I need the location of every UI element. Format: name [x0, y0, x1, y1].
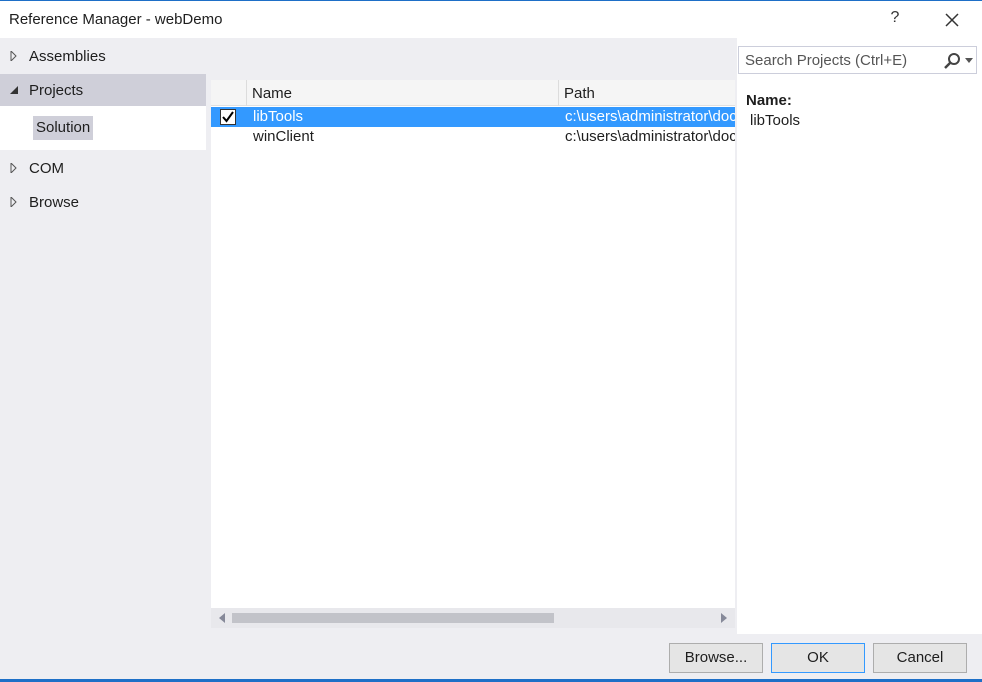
- sidebar-item-browse[interactable]: Browse: [0, 186, 206, 218]
- row-name: libTools: [253, 108, 304, 125]
- browse-button[interactable]: Browse...: [669, 643, 763, 673]
- details-value: libTools: [750, 112, 801, 129]
- help-button[interactable]: ?: [884, 9, 906, 31]
- table-row[interactable]: winClient c:\users\administrator\doc: [211, 127, 735, 147]
- checkmark-icon: [222, 111, 234, 123]
- sidebar-item-assemblies[interactable]: Assemblies: [0, 40, 206, 72]
- sidebar-item-com[interactable]: COM: [0, 152, 206, 184]
- window-title: Reference Manager - webDemo: [9, 11, 223, 28]
- ok-button[interactable]: OK: [771, 643, 865, 673]
- sidebar-item-label: COM: [29, 160, 64, 177]
- sidebar-item-label: Assemblies: [29, 48, 106, 65]
- projects-grid: Name Path libTools c:\users\administrato…: [211, 80, 735, 628]
- grid-header: Name Path: [211, 80, 735, 106]
- cancel-button[interactable]: Cancel: [873, 643, 967, 673]
- close-button[interactable]: [938, 7, 966, 33]
- search-box[interactable]: Search Projects (Ctrl+E): [738, 46, 977, 74]
- table-row[interactable]: libTools c:\users\administrator\doc: [211, 107, 735, 127]
- row-path: c:\users\administrator\doc: [565, 108, 735, 125]
- row-name: winClient: [253, 128, 314, 145]
- title-bar: Reference Manager - webDemo ?: [0, 0, 982, 38]
- details-label: Name:: [746, 92, 792, 109]
- sidebar-item-projects[interactable]: Projects: [0, 74, 206, 106]
- search-icon[interactable]: [943, 52, 961, 70]
- sidebar-item-label: Browse: [29, 194, 80, 211]
- path-column-header[interactable]: Path: [559, 80, 735, 106]
- sidebar: Assemblies Projects Solution COM Browse: [0, 38, 206, 634]
- collapse-arrow-icon: [10, 86, 18, 94]
- checkbox-column-header[interactable]: [211, 80, 247, 106]
- sidebar-subitem-label: Solution: [33, 116, 94, 140]
- horizontal-scrollbar[interactable]: [211, 608, 735, 628]
- expand-arrow-icon: [10, 163, 17, 173]
- scroll-left-icon[interactable]: [219, 613, 225, 623]
- details-pane: Name: libTools: [737, 80, 982, 628]
- sidebar-item-label: Projects: [29, 82, 84, 99]
- footer: Browse... OK Cancel: [0, 634, 982, 679]
- row-path: c:\users\administrator\doc: [565, 128, 735, 145]
- expand-arrow-icon: [10, 51, 17, 61]
- scrollbar-thumb[interactable]: [232, 613, 554, 623]
- expand-arrow-icon: [10, 197, 17, 207]
- close-icon: [945, 13, 959, 27]
- row-checkbox[interactable]: [220, 109, 236, 125]
- name-column-header[interactable]: Name: [247, 80, 559, 106]
- search-input[interactable]: Search Projects (Ctrl+E): [745, 52, 907, 69]
- search-options-dropdown[interactable]: [965, 58, 973, 63]
- sidebar-subitem-solution[interactable]: Solution: [0, 106, 206, 150]
- scroll-right-icon[interactable]: [721, 613, 727, 623]
